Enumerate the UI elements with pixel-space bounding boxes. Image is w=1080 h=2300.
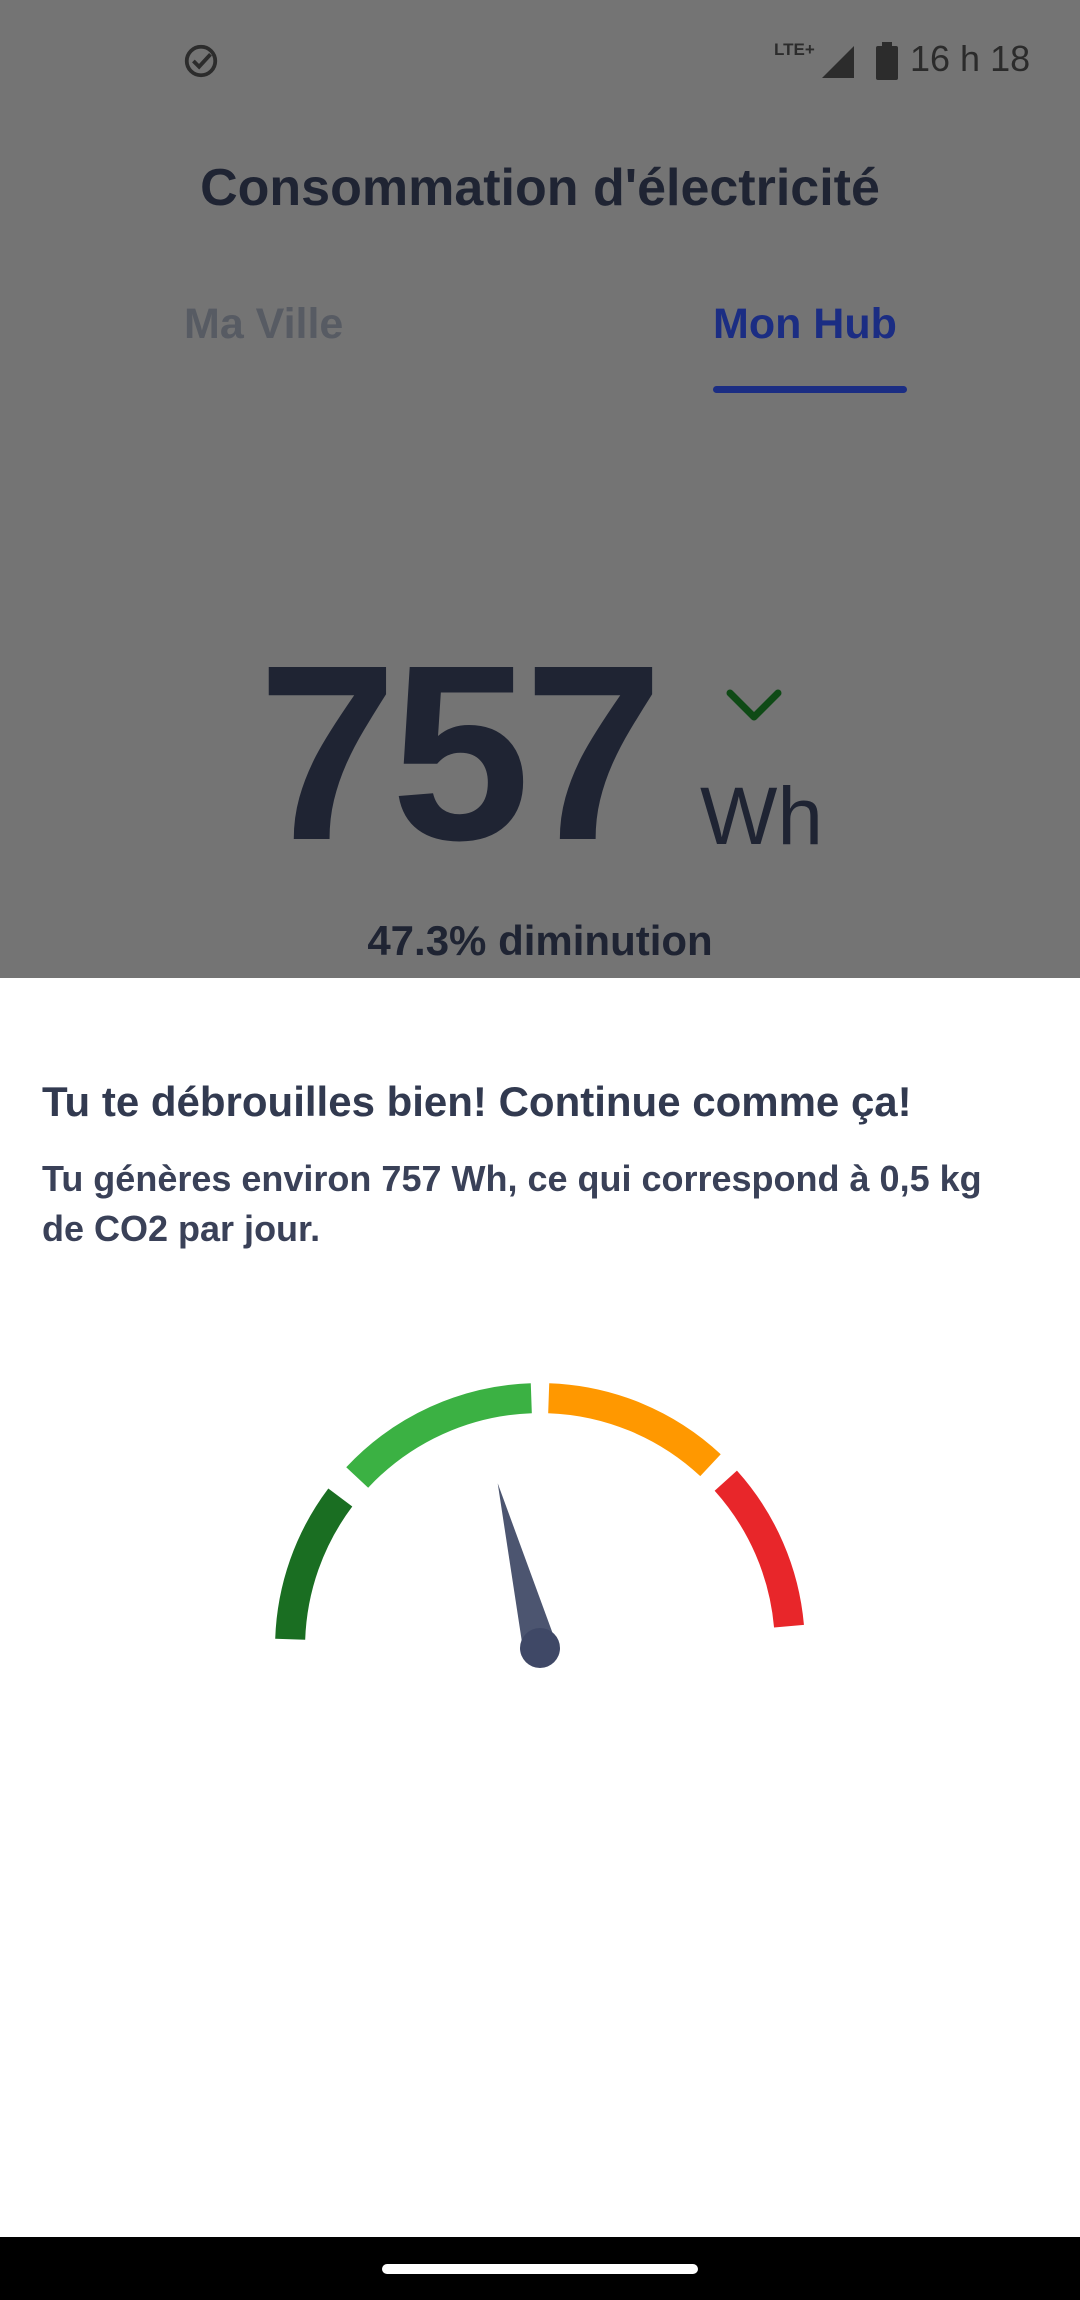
consumption-gauge <box>275 1383 804 1668</box>
check-circle-icon <box>184 44 218 78</box>
signal-icon <box>822 46 854 78</box>
gauge-needle <box>497 1483 557 1653</box>
status-time: 16 h 18 <box>910 38 1031 79</box>
status-bar: LTE+ 16 h 18 <box>0 0 1080 120</box>
gauge-needle-hub <box>520 1628 560 1668</box>
background-screen: LTE+ 16 h 18 Consommation d'électricité … <box>0 0 1080 978</box>
page-title: Consommation d'électricité <box>200 159 880 217</box>
change-percentage: 47.3% diminution <box>367 917 713 964</box>
battery-icon <box>876 42 898 80</box>
network-type: LTE+ <box>774 40 815 59</box>
tab-mon-hub[interactable]: Mon Hub <box>713 300 897 349</box>
home-gesture-pill[interactable] <box>382 2264 698 2274</box>
sheet-headline: Tu te débrouilles bien! Continue comme ç… <box>42 1078 912 1125</box>
chevron-down-icon <box>726 689 782 721</box>
tab-selected-indicator <box>713 386 907 393</box>
gauge-segment-red <box>714 1470 804 1628</box>
sheet-description: Tu génères environ 757 Wh, ce qui corres… <box>42 1158 982 1249</box>
gauge-segment-green <box>346 1383 533 1488</box>
consumption-value: 757 <box>258 613 663 892</box>
consumption-unit: Wh <box>700 771 823 862</box>
gauge-segment-orange <box>547 1383 721 1477</box>
tab-ma-ville[interactable]: Ma Ville <box>184 300 343 349</box>
gauge-segment-dark-green <box>275 1488 353 1641</box>
